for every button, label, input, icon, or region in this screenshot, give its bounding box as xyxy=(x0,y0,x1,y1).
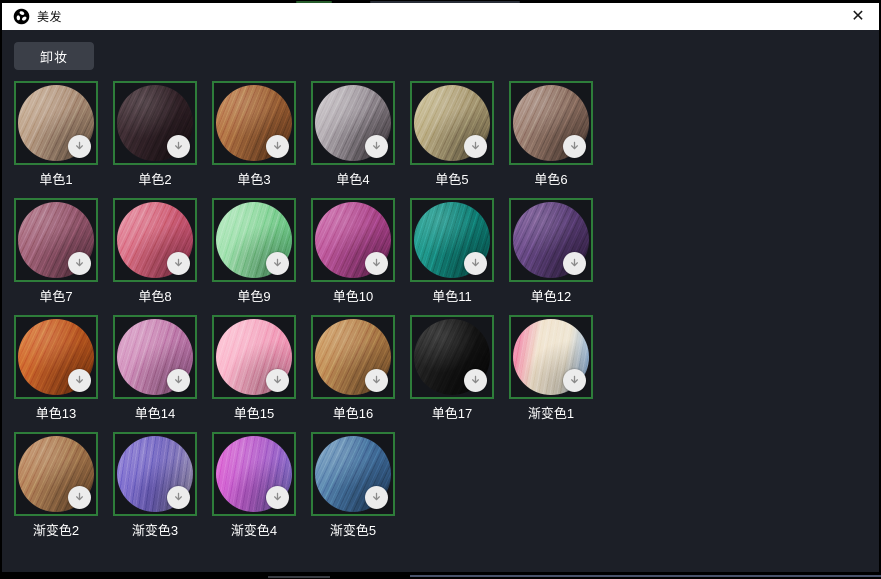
download-icon[interactable] xyxy=(68,486,91,509)
hair-swatch-tile[interactable] xyxy=(113,432,197,516)
background-artifact xyxy=(410,575,881,577)
hair-style-label: 单色17 xyxy=(410,405,494,422)
hair-style-item[interactable]: 单色7 xyxy=(14,198,98,305)
hair-style-item[interactable]: 单色6 xyxy=(509,81,593,188)
hair-style-item[interactable]: 单色5 xyxy=(410,81,494,188)
download-icon[interactable] xyxy=(563,252,586,275)
download-icon[interactable] xyxy=(167,252,190,275)
download-icon[interactable] xyxy=(167,486,190,509)
hair-style-label: 单色8 xyxy=(113,288,197,305)
download-icon[interactable] xyxy=(167,135,190,158)
hair-swatch-tile[interactable] xyxy=(212,198,296,282)
hair-style-label: 渐变色1 xyxy=(509,405,593,422)
hair-style-label: 单色5 xyxy=(410,171,494,188)
obs-logo-icon xyxy=(13,8,30,25)
hair-style-label: 单色15 xyxy=(212,405,296,422)
hair-style-item[interactable]: 单色3 xyxy=(212,81,296,188)
download-icon[interactable] xyxy=(365,486,388,509)
hair-style-label: 单色1 xyxy=(14,171,98,188)
hair-style-item[interactable]: 单色15 xyxy=(212,315,296,422)
hair-style-label: 单色7 xyxy=(14,288,98,305)
hair-swatch-tile[interactable] xyxy=(113,81,197,165)
hair-swatch-tile[interactable] xyxy=(212,432,296,516)
download-icon[interactable] xyxy=(266,369,289,392)
close-button[interactable]: ✕ xyxy=(847,6,869,28)
window-frame: 美发 ✕ 卸妆 单色1 单色2 xyxy=(0,0,881,579)
download-icon[interactable] xyxy=(68,369,91,392)
hair-style-item[interactable]: 单色1 xyxy=(14,81,98,188)
hair-style-item[interactable]: 单色16 xyxy=(311,315,395,422)
hair-style-label: 单色9 xyxy=(212,288,296,305)
hair-style-label: 单色12 xyxy=(509,288,593,305)
hair-swatch-tile[interactable] xyxy=(113,198,197,282)
download-icon[interactable] xyxy=(266,486,289,509)
hair-swatch-tile[interactable] xyxy=(212,81,296,165)
hair-swatch-tile[interactable] xyxy=(311,81,395,165)
hair-swatch-tile[interactable] xyxy=(14,81,98,165)
download-icon[interactable] xyxy=(266,252,289,275)
hair-style-item[interactable]: 单色4 xyxy=(311,81,395,188)
hair-style-label: 渐变色2 xyxy=(14,522,98,539)
hair-style-label: 渐变色4 xyxy=(212,522,296,539)
hair-swatch-tile[interactable] xyxy=(14,198,98,282)
background-artifact xyxy=(268,576,330,578)
hair-style-label: 单色4 xyxy=(311,171,395,188)
hair-style-label: 单色2 xyxy=(113,171,197,188)
hair-style-item[interactable]: 单色13 xyxy=(14,315,98,422)
download-icon[interactable] xyxy=(365,252,388,275)
hair-swatch-tile[interactable] xyxy=(14,432,98,516)
hair-style-label: 单色11 xyxy=(410,288,494,305)
hair-swatch-tile[interactable] xyxy=(113,315,197,399)
hair-swatch-tile[interactable] xyxy=(311,315,395,399)
download-icon[interactable] xyxy=(365,369,388,392)
hair-style-label: 单色10 xyxy=(311,288,395,305)
hair-style-item[interactable]: 单色14 xyxy=(113,315,197,422)
remove-makeup-button[interactable]: 卸妆 xyxy=(14,42,94,70)
hair-swatch-tile[interactable] xyxy=(311,198,395,282)
hair-swatch-tile[interactable] xyxy=(410,81,494,165)
hair-style-item[interactable]: 渐变色5 xyxy=(311,432,395,539)
hair-style-item[interactable]: 单色12 xyxy=(509,198,593,305)
hair-style-item[interactable]: 单色8 xyxy=(113,198,197,305)
hair-style-item[interactable]: 渐变色2 xyxy=(14,432,98,539)
hair-style-item[interactable]: 渐变色4 xyxy=(212,432,296,539)
download-icon[interactable] xyxy=(167,369,190,392)
dialog-content: 卸妆 单色1 单色2 xyxy=(2,30,879,572)
hair-swatch-tile[interactable] xyxy=(14,315,98,399)
download-icon[interactable] xyxy=(266,135,289,158)
background-app-bottom-strip xyxy=(0,572,881,579)
download-icon[interactable] xyxy=(68,135,91,158)
hair-style-item[interactable]: 单色2 xyxy=(113,81,197,188)
titlebar[interactable]: 美发 ✕ xyxy=(2,3,879,30)
window-title: 美发 xyxy=(37,8,62,25)
download-icon[interactable] xyxy=(563,369,586,392)
download-icon[interactable] xyxy=(68,252,91,275)
hair-style-label: 单色3 xyxy=(212,171,296,188)
hair-style-item[interactable]: 单色9 xyxy=(212,198,296,305)
download-icon[interactable] xyxy=(464,369,487,392)
hair-style-label: 单色14 xyxy=(113,405,197,422)
hair-style-label: 单色6 xyxy=(509,171,593,188)
download-icon[interactable] xyxy=(563,135,586,158)
hair-swatch-tile[interactable] xyxy=(212,315,296,399)
hair-swatch-tile[interactable] xyxy=(410,315,494,399)
download-icon[interactable] xyxy=(464,252,487,275)
hair-style-item[interactable]: 单色10 xyxy=(311,198,395,305)
hair-style-item[interactable]: 单色11 xyxy=(410,198,494,305)
hair-style-label: 渐变色5 xyxy=(311,522,395,539)
hair-swatch-tile[interactable] xyxy=(509,198,593,282)
hair-style-item[interactable]: 单色17 xyxy=(410,315,494,422)
hair-swatch-tile[interactable] xyxy=(509,315,593,399)
hair-style-label: 渐变色3 xyxy=(113,522,197,539)
hair-style-item[interactable]: 渐变色3 xyxy=(113,432,197,539)
hair-style-grid: 单色1 单色2 单色3 xyxy=(14,81,879,539)
hair-style-item[interactable]: 渐变色1 xyxy=(509,315,593,422)
hair-style-label: 单色16 xyxy=(311,405,395,422)
hair-swatch-tile[interactable] xyxy=(410,198,494,282)
hair-swatch-tile[interactable] xyxy=(509,81,593,165)
hair-style-label: 单色13 xyxy=(14,405,98,422)
hair-swatch-tile[interactable] xyxy=(311,432,395,516)
download-icon[interactable] xyxy=(365,135,388,158)
download-icon[interactable] xyxy=(464,135,487,158)
